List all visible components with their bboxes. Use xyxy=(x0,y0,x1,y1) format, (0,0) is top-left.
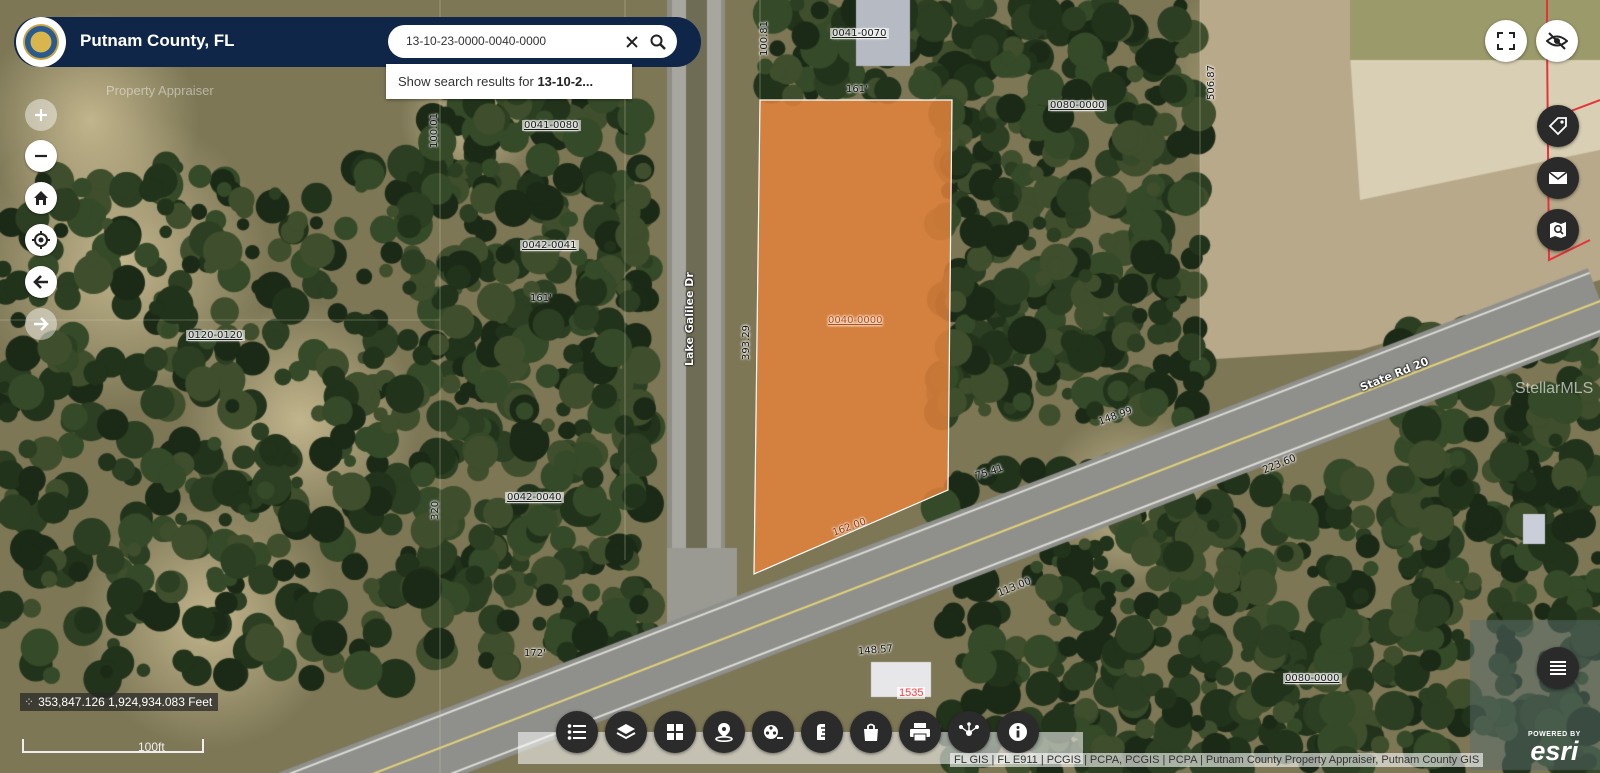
zoom-in-button[interactable] xyxy=(25,99,57,131)
media-button[interactable] xyxy=(752,711,794,753)
search-input[interactable]: 13-10-23-0000-0040-0000 xyxy=(388,25,677,58)
toggle-visibility-button[interactable] xyxy=(1536,20,1578,62)
hide-icon xyxy=(1546,32,1568,50)
map-search-tool-button[interactable] xyxy=(1537,209,1579,251)
info-icon xyxy=(1009,723,1027,741)
minus-icon xyxy=(35,154,47,158)
plus-icon xyxy=(35,109,47,121)
search-input-value[interactable]: 13-10-23-0000-0040-0000 xyxy=(406,34,546,48)
fullscreen-icon xyxy=(1497,32,1515,50)
list-icon xyxy=(567,724,586,740)
mail-tool-button[interactable] xyxy=(1537,157,1579,199)
search-button[interactable] xyxy=(647,31,669,53)
home-icon xyxy=(34,191,48,205)
locate-button[interactable] xyxy=(25,224,57,256)
measure-button[interactable] xyxy=(801,711,843,753)
legend-button[interactable] xyxy=(556,711,598,753)
print-icon xyxy=(910,723,930,742)
tag-icon xyxy=(1548,117,1567,136)
grid-icon xyxy=(667,724,683,740)
app-title: Putnam County, FL xyxy=(80,31,235,50)
results-list-button[interactable] xyxy=(1537,647,1579,689)
property-appraiser-watermark: Property Appraiser xyxy=(106,83,214,98)
arrow-left-icon xyxy=(33,275,48,289)
arrow-right-icon xyxy=(34,317,49,331)
info-button[interactable] xyxy=(997,711,1039,753)
app-header: Putnam County, FL 13-10-23-0000-0040-000… xyxy=(14,17,701,67)
previous-extent-button[interactable] xyxy=(25,266,57,298)
suggestion-prefix: Show search results for xyxy=(398,74,538,89)
mail-icon xyxy=(1548,171,1568,184)
tag-tool-button[interactable] xyxy=(1537,105,1579,147)
share-icon xyxy=(959,722,979,736)
aerial-map[interactable] xyxy=(0,0,1600,773)
list-icon xyxy=(1550,661,1566,675)
search-icon xyxy=(650,34,666,50)
clear-search-button[interactable] xyxy=(621,31,643,53)
zoom-out-button[interactable] xyxy=(25,140,57,172)
esri-logo: POWERED BY esri xyxy=(1528,731,1581,765)
map-attribution: FL GIS | FL E911 | PCGIS | PCPA, PCGIS |… xyxy=(950,753,1484,767)
fullscreen-button[interactable] xyxy=(1485,20,1527,62)
home-button[interactable] xyxy=(25,182,57,214)
search-suggestion[interactable]: Show search results for 13-10-2... xyxy=(386,64,632,99)
bag-icon xyxy=(864,723,878,741)
county-seal-logo xyxy=(16,17,66,67)
locate-address-button[interactable] xyxy=(703,711,745,753)
scale-bar-label: 100ft xyxy=(138,740,165,754)
scale-bar xyxy=(22,739,204,753)
next-extent-button[interactable] xyxy=(25,308,57,340)
locate-icon xyxy=(32,231,50,249)
coordinate-readout[interactable]: ⁘ 353,847.126 1,924,934.083 Feet xyxy=(20,693,219,711)
suggestion-term: 13-10-2... xyxy=(537,74,594,89)
film-icon xyxy=(764,725,783,739)
layers-button[interactable] xyxy=(605,711,647,753)
ruler-icon xyxy=(817,724,825,740)
select-parcels-button[interactable] xyxy=(850,711,892,753)
map-pin-icon xyxy=(715,723,733,742)
share-button[interactable] xyxy=(948,711,990,753)
drag-handle-icon[interactable]: ⁘ xyxy=(24,695,34,709)
map-search-icon xyxy=(1550,222,1566,238)
house-number-label: 1535 xyxy=(897,687,926,699)
esri-brand: esri xyxy=(1530,736,1579,766)
stellar-watermark: StellarMLS xyxy=(1515,380,1594,397)
layers-icon xyxy=(616,724,636,740)
close-icon xyxy=(626,36,638,48)
coordinate-value: 353,847.126 1,924,934.083 Feet xyxy=(38,695,213,709)
basemap-gallery-button[interactable] xyxy=(654,711,696,753)
print-button[interactable] xyxy=(899,711,941,753)
